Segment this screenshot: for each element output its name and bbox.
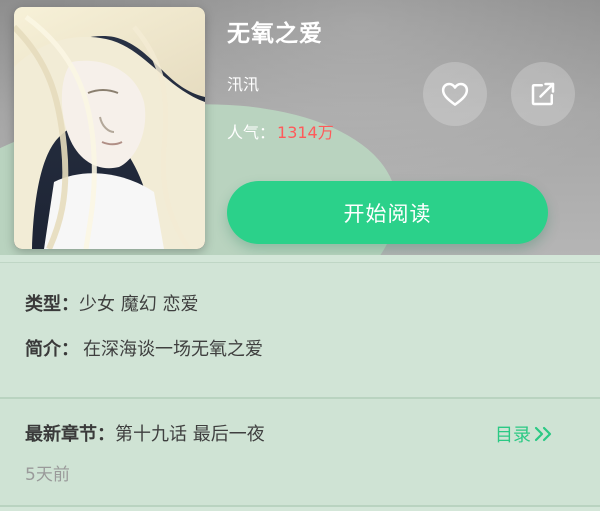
popularity-label: 人气： — [227, 123, 276, 142]
catalog-label: 目录 — [495, 425, 531, 446]
latest-label: 最新章节 — [25, 424, 97, 445]
share-icon — [531, 82, 555, 106]
genre-row: 类型：少女 魔幻 恋爱 — [25, 290, 198, 316]
comic-author[interactable]: 汛汛 — [227, 71, 259, 95]
latest-chapter-title: 第十九话 最后一夜 — [115, 424, 265, 445]
comic-detail-page: 无氧之爱 汛汛 人气： 1314万 开始阅读 类型：少女 魔幻 恋爱 简介： 在深海… — [0, 0, 600, 511]
latest-chapter-row[interactable]: 最新章节：第十九话 最后一夜 — [25, 420, 265, 446]
hero-header: 无氧之爱 汛汛 人气： 1314万 开始阅读 — [0, 0, 600, 255]
share-button[interactable] — [511, 62, 575, 126]
intro-label: 简介 — [25, 339, 61, 360]
intro-row: 简介： 在深海谈一场无氧之爱 — [25, 335, 263, 361]
start-reading-button[interactable]: 开始阅读 — [227, 181, 548, 244]
info-section — [0, 262, 600, 398]
genre-value: 少女 魔幻 恋爱 — [79, 294, 199, 315]
popularity-stat: 人气： 1314万 — [227, 119, 334, 143]
section-divider-bottom — [0, 505, 600, 507]
heart-icon — [441, 82, 469, 106]
update-time: 5天前 — [25, 465, 70, 485]
double-chevron-right-icon — [534, 426, 552, 442]
comic-title: 无氧之爱 — [227, 21, 323, 47]
intro-value: 在深海谈一场无氧之爱 — [83, 339, 263, 360]
genre-colon: ： — [61, 294, 79, 315]
genre-label: 类型 — [25, 294, 61, 315]
cover-image[interactable] — [14, 7, 205, 249]
intro-colon: ： — [61, 339, 79, 360]
latest-colon: ： — [97, 424, 115, 445]
cover-illustration — [14, 7, 205, 249]
latest-chapter-section[interactable] — [0, 399, 600, 505]
favorite-button[interactable] — [423, 62, 487, 126]
catalog-link[interactable]: 目录 — [495, 421, 554, 447]
popularity-value: 1314万 — [277, 123, 334, 142]
